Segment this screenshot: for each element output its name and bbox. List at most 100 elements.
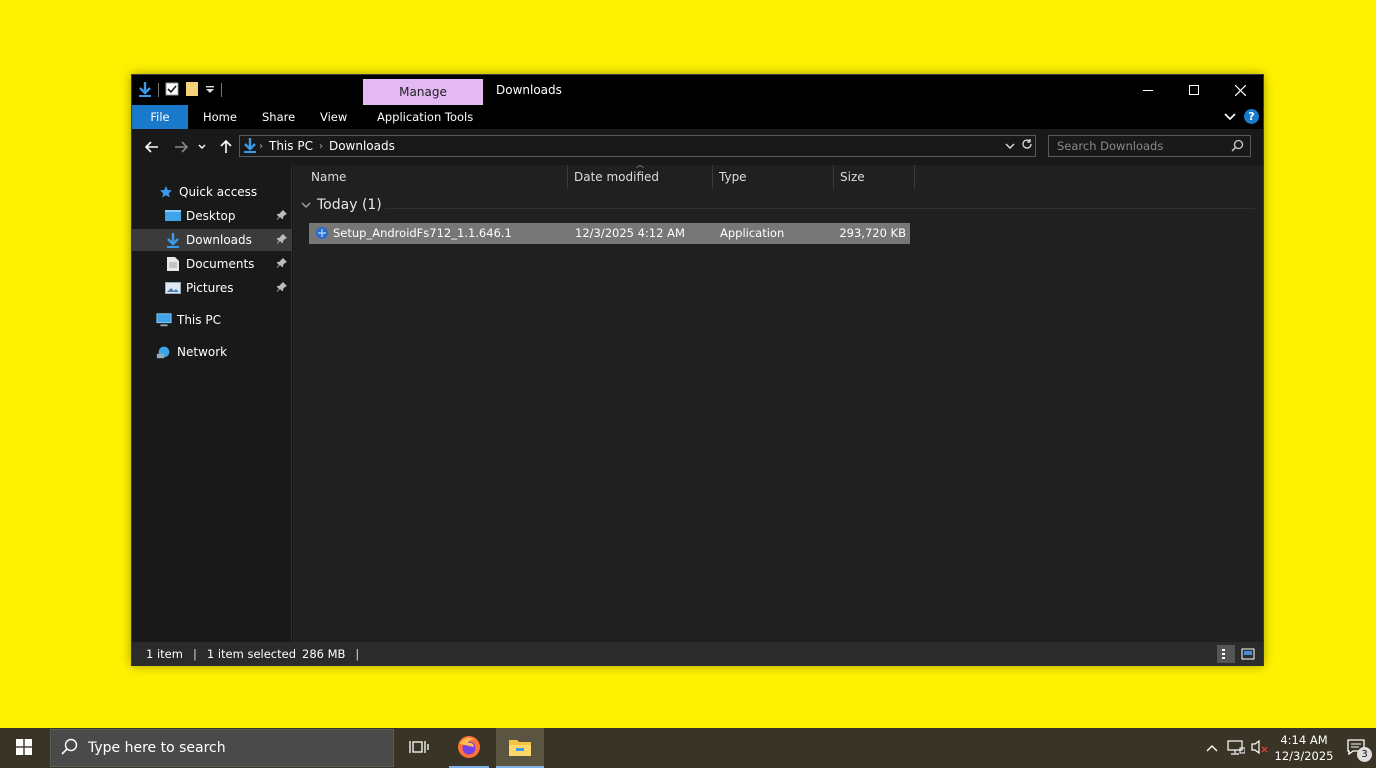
details-view-icon[interactable] <box>1217 645 1235 663</box>
downloads-location-icon <box>243 137 257 156</box>
status-selected: 1 item selected <box>206 647 296 661</box>
breadcrumb-this-pc[interactable]: This PC <box>269 139 313 153</box>
firefox-icon <box>457 735 481 762</box>
column-header-date-modified[interactable]: Date modified <box>567 165 713 189</box>
properties-icon[interactable] <box>165 82 179 99</box>
status-bar: 1 item | 1 item selected 286 MB | <box>132 642 1263 666</box>
nav-item-desktop[interactable]: Desktop <box>132 205 292 227</box>
recent-locations-button[interactable] <box>195 137 209 157</box>
breadcrumb-chevron-icon[interactable]: › <box>259 141 263 152</box>
expand-ribbon-icon[interactable] <box>1224 110 1236 124</box>
chevron-up-icon <box>1206 741 1218 755</box>
desktop-folder-icon <box>165 208 181 224</box>
star-icon <box>158 184 174 200</box>
window-title: Downloads <box>496 83 562 97</box>
taskbar-search[interactable]: Type here to search <box>50 729 394 767</box>
nav-item-pictures[interactable]: Pictures <box>132 277 292 299</box>
search-icon[interactable] <box>1231 139 1244 155</box>
nav-item-label: Documents <box>186 257 255 271</box>
collapse-chevron-icon[interactable] <box>301 197 311 213</box>
folder-icon <box>508 737 532 760</box>
network-tray-button[interactable] <box>1224 728 1248 768</box>
address-bar[interactable]: › This PC › Downloads <box>239 135 1036 157</box>
nav-item-label: Desktop <box>186 209 236 223</box>
show-hidden-icons-button[interactable] <box>1200 728 1224 768</box>
view-switcher <box>1217 645 1257 663</box>
forward-button[interactable] <box>171 137 191 157</box>
status-separator: | <box>355 647 360 661</box>
status-item-count: 1 item <box>146 647 183 661</box>
large-icons-view-icon[interactable] <box>1239 645 1257 663</box>
firefox-taskbar-button[interactable] <box>445 728 493 768</box>
back-button[interactable] <box>142 137 162 157</box>
quick-access-toolbar <box>138 81 222 99</box>
nav-item-downloads[interactable]: Downloads <box>132 229 292 251</box>
column-header-name[interactable]: Name <box>304 165 568 189</box>
file-date-modified: 12/3/2025 4:12 AM <box>575 226 685 240</box>
downloads-arrow-icon <box>165 232 181 248</box>
network-icon <box>1227 739 1246 758</box>
tab-application-tools[interactable]: Application Tools <box>377 105 473 129</box>
file-explorer-window: Manage Downloads File Home Share View Ap… <box>131 74 1264 666</box>
file-row[interactable]: Setup_AndroidFs712_1.1.646.1 12/3/2025 4… <box>309 223 910 244</box>
qat-separator <box>158 83 159 97</box>
pin-icon[interactable] <box>276 209 288 224</box>
new-folder-icon[interactable] <box>185 81 199 100</box>
address-history-dropdown-icon[interactable] <box>1005 139 1015 153</box>
group-divider <box>385 208 1255 209</box>
breadcrumb-downloads[interactable]: Downloads <box>329 139 395 153</box>
nav-item-label: Downloads <box>186 233 252 247</box>
title-bar: Manage Downloads <box>132 75 1263 105</box>
clock-date: 12/3/2025 <box>1274 749 1334 763</box>
qat-separator <box>221 83 222 97</box>
speaker-muted-icon <box>1251 739 1269 758</box>
tab-share[interactable]: Share <box>262 105 295 129</box>
refresh-icon[interactable] <box>1021 138 1033 153</box>
search-input[interactable] <box>1049 136 1219 156</box>
close-button[interactable] <box>1217 75 1263 105</box>
system-tray: 4:14 AM 12/3/2025 3 <box>1200 728 1376 768</box>
minimize-button[interactable] <box>1125 75 1171 105</box>
tab-file[interactable]: File <box>132 105 188 129</box>
file-explorer-taskbar-button[interactable] <box>496 728 544 768</box>
navigation-bar: › This PC › Downloads <box>132 129 1263 165</box>
group-label: Today (1) <box>317 197 382 213</box>
nav-item-label: Quick access <box>179 185 258 199</box>
tab-manage[interactable]: Manage <box>363 79 483 105</box>
windows-logo-icon <box>16 738 32 758</box>
pin-icon[interactable] <box>276 281 288 296</box>
nav-item-network[interactable]: Network <box>132 341 292 363</box>
search-box[interactable] <box>1048 135 1251 157</box>
computer-icon <box>156 312 172 328</box>
start-button[interactable] <box>0 728 48 768</box>
file-type: Application <box>720 226 785 240</box>
navigation-pane: Quick access Desktop Downloads Documents… <box>132 165 292 642</box>
nav-item-quick-access[interactable]: Quick access <box>132 181 292 203</box>
group-header-today[interactable]: Today (1) <box>301 197 382 213</box>
network-icon <box>156 344 172 360</box>
status-selected-size: 286 MB <box>302 647 346 661</box>
application-icon <box>314 225 330 244</box>
nav-item-documents[interactable]: Documents <box>132 253 292 275</box>
pin-icon[interactable] <box>276 233 288 248</box>
volume-tray-button[interactable] <box>1248 728 1272 768</box>
nav-item-this-pc[interactable]: This PC <box>132 309 292 331</box>
help-button[interactable]: ? <box>1244 109 1259 124</box>
pin-icon[interactable] <box>276 257 288 272</box>
nav-item-label: Network <box>177 345 228 359</box>
action-center-button[interactable]: 3 <box>1336 728 1376 768</box>
up-button[interactable] <box>216 137 236 157</box>
task-view-button[interactable] <box>395 728 443 768</box>
column-header-type[interactable]: Type <box>712 165 834 189</box>
nav-item-label: This PC <box>177 313 221 327</box>
clock[interactable]: 4:14 AM 12/3/2025 <box>1272 732 1336 764</box>
column-header-size[interactable]: Size <box>833 165 915 189</box>
tab-view[interactable]: View <box>320 105 347 129</box>
notification-count-badge: 3 <box>1357 747 1372 762</box>
breadcrumb-chevron-icon[interactable]: › <box>319 141 323 152</box>
customize-qat-icon[interactable] <box>205 83 215 97</box>
pictures-icon <box>165 280 181 296</box>
tab-home[interactable]: Home <box>203 105 237 129</box>
documents-icon <box>165 256 181 272</box>
maximize-button[interactable] <box>1171 75 1217 105</box>
